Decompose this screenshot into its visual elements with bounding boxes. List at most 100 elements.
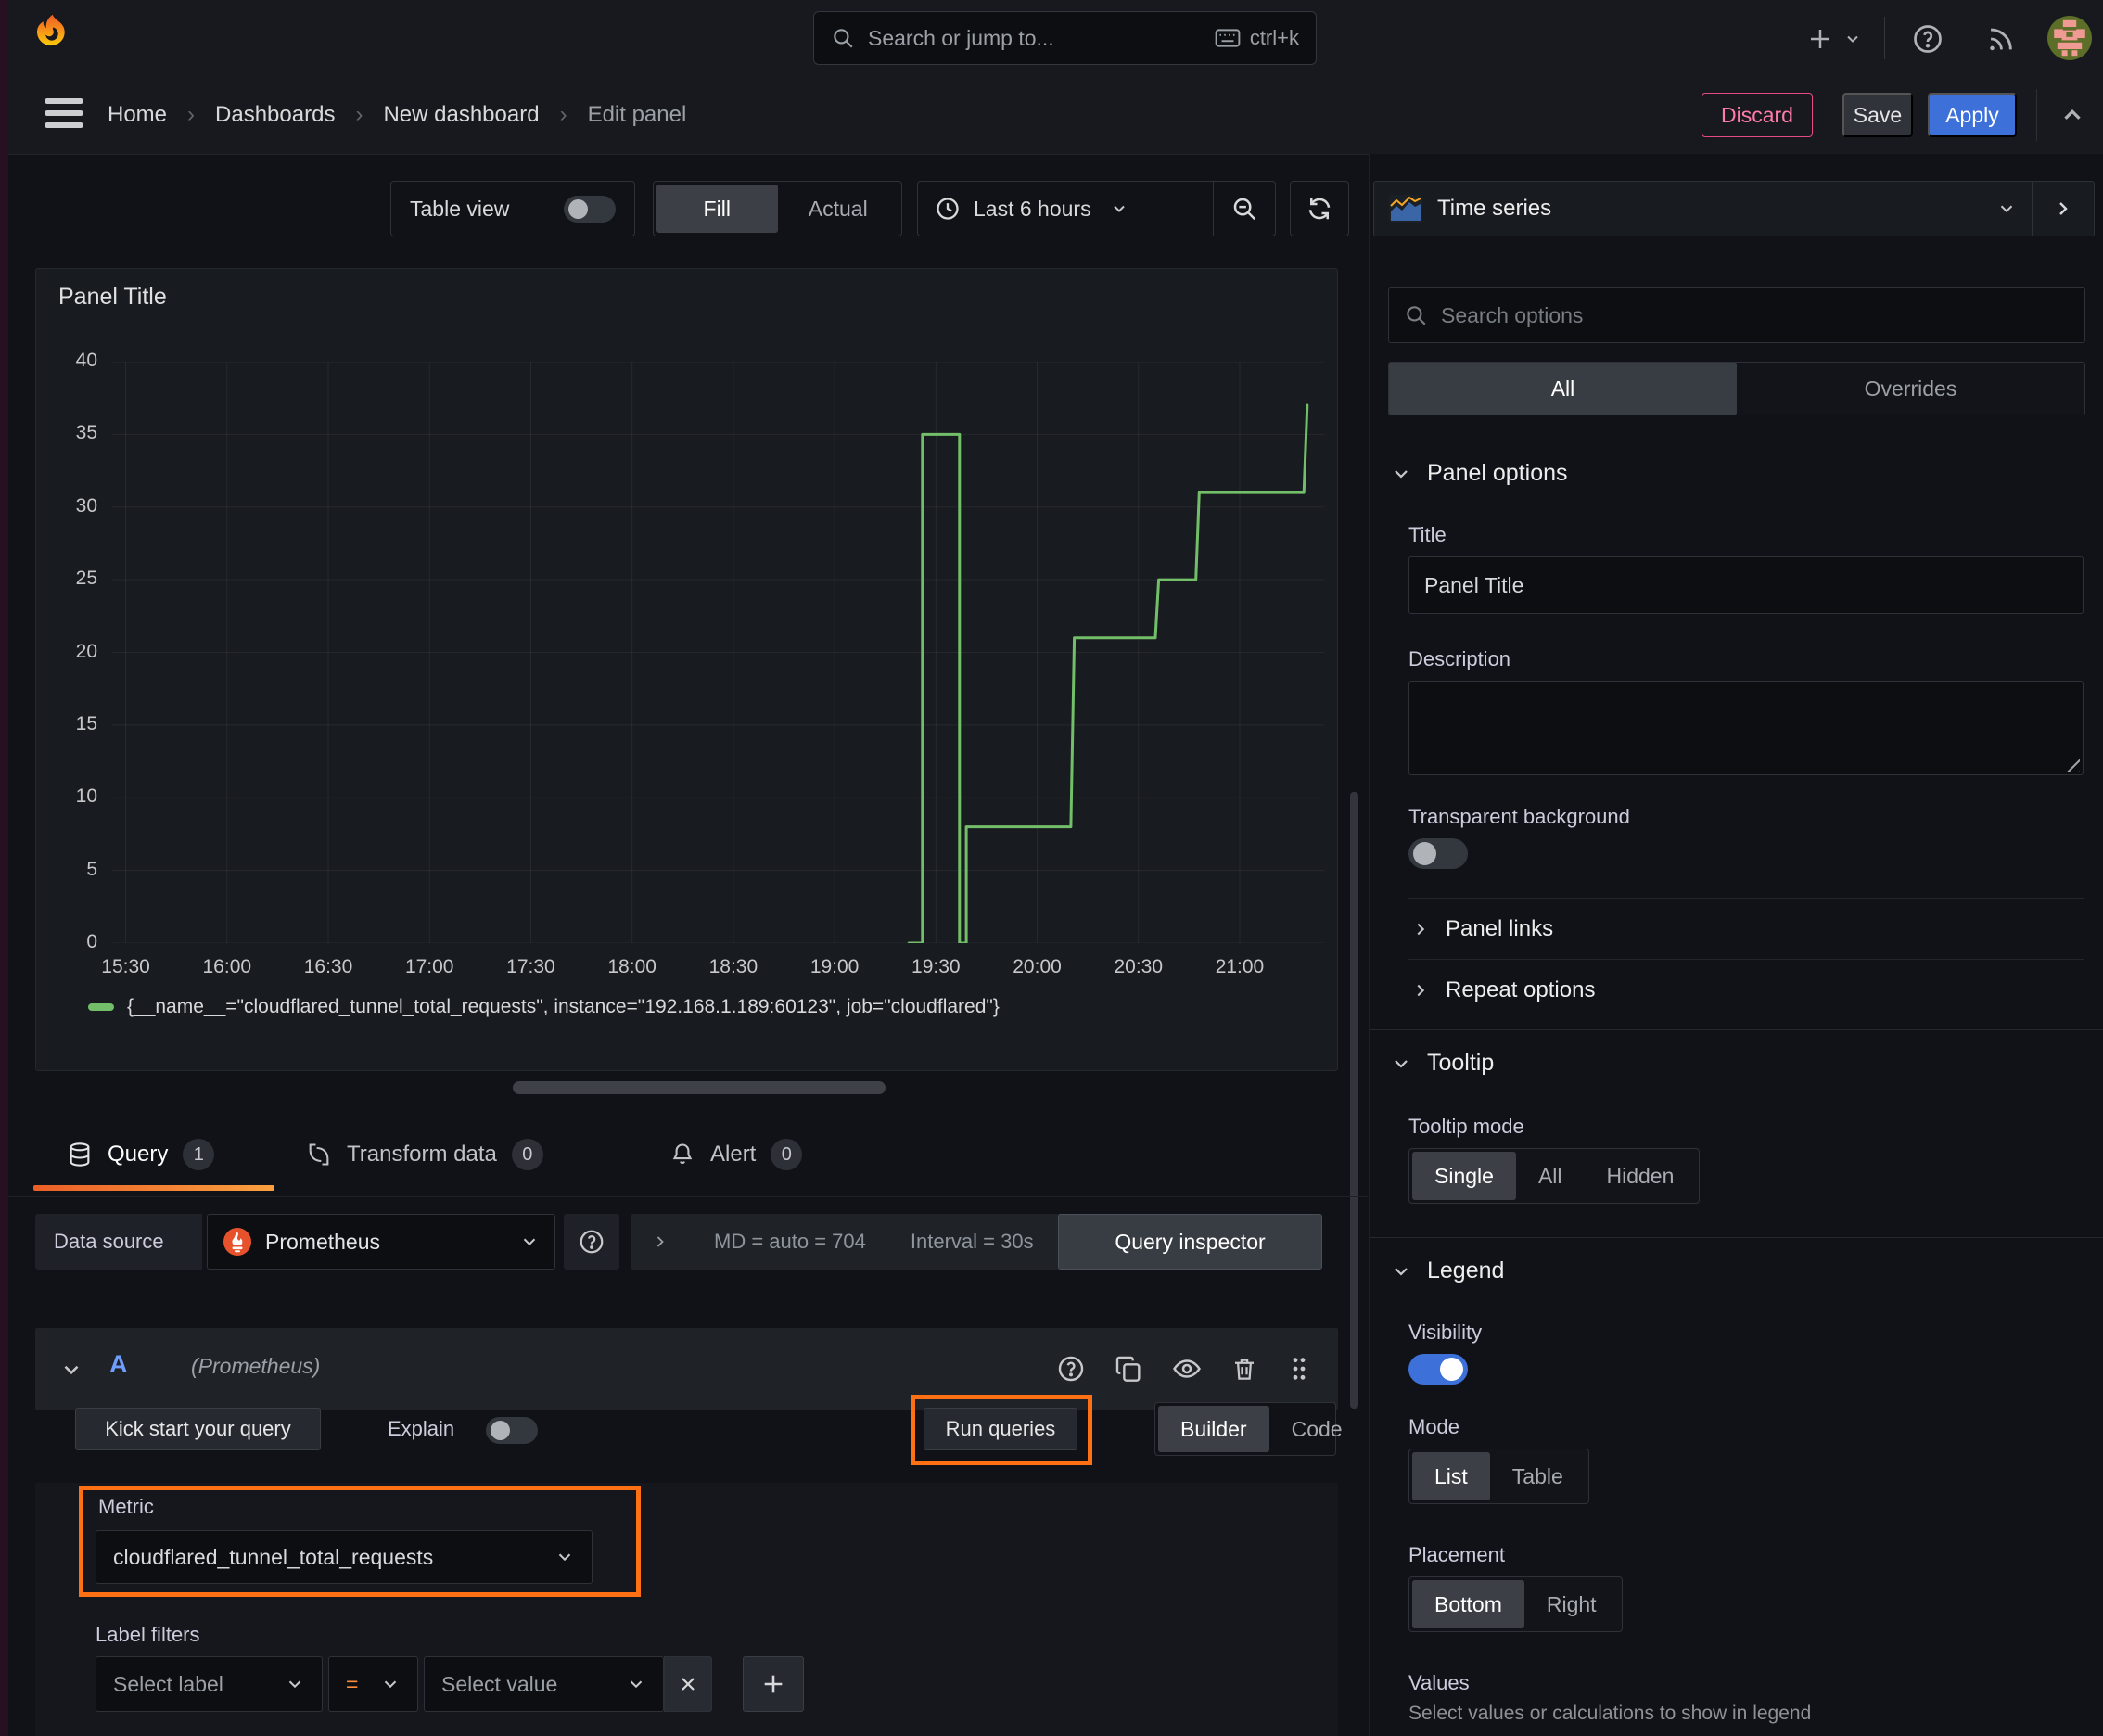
global-search-input[interactable]: Search or jump to... ctrl+k (813, 11, 1317, 65)
chart-legend-item[interactable]: {__name__="cloudflared_tunnel_total_requ… (88, 996, 1000, 1018)
repeat-options-heading: Repeat options (1446, 977, 1596, 1002)
x-axis-label: 19:00 (809, 956, 860, 977)
legend-series-label: {__name__="cloudflared_tunnel_total_requ… (127, 996, 1000, 1017)
time-range-picker[interactable]: Last 6 hours (918, 182, 1213, 236)
nav-divider (2036, 89, 2037, 141)
x-axis-label: 16:30 (303, 956, 353, 977)
run-queries-button[interactable]: Run queries (924, 1408, 1077, 1450)
visualization-picker: Time series (1373, 181, 2095, 236)
time-series-viz-icon (1389, 195, 1422, 223)
toggle-query-visibility-button[interactable] (1171, 1353, 1203, 1385)
grafana-logo-icon[interactable] (28, 11, 76, 63)
metric-select[interactable]: cloudflared_tunnel_total_requests (96, 1530, 593, 1584)
query-ref-id: A (109, 1350, 128, 1378)
datasource-help-button[interactable] (564, 1214, 619, 1270)
tab-query[interactable]: Query 1 (67, 1118, 215, 1191)
max-data-points-summary: MD = auto = 704 (714, 1230, 866, 1253)
tab-alert[interactable]: Alert 0 (669, 1118, 803, 1191)
duplicate-query-button[interactable] (1114, 1354, 1143, 1384)
save-button[interactable]: Save (1842, 93, 1913, 137)
legend-section-header[interactable]: Legend (1390, 1257, 1504, 1284)
tab-transform-data[interactable]: Transform data 0 (306, 1118, 543, 1191)
builder-code-switch: Builder Code (1154, 1402, 1343, 1456)
breadcrumb-home[interactable]: Home (108, 102, 167, 128)
collapse-header-button[interactable] (2051, 96, 2094, 134)
panel-description-textarea[interactable] (1408, 681, 2084, 775)
tab-all[interactable]: All (1389, 363, 1737, 415)
add-new-button[interactable] (1797, 19, 1871, 59)
apply-button[interactable]: Apply (1928, 93, 2017, 137)
query-inspector-button[interactable]: Query inspector (1058, 1214, 1322, 1270)
clock-icon (937, 198, 959, 220)
scrollbar-thumb[interactable] (1350, 792, 1358, 1409)
pane-resize-handle[interactable] (513, 1081, 886, 1094)
toggle-viz-suggestions-button[interactable] (2032, 182, 2094, 236)
panel-title-input[interactable] (1408, 556, 2084, 614)
discard-button[interactable]: Discard (1702, 93, 1813, 137)
add-filter-button[interactable] (743, 1656, 804, 1712)
copy-icon (1115, 1356, 1141, 1382)
y-axis-label: 35 (75, 422, 97, 444)
refresh-icon (1308, 198, 1331, 220)
delete-query-button[interactable] (1230, 1354, 1258, 1384)
legend-mode-table[interactable]: Table (1490, 1452, 1586, 1500)
select-label-placeholder: Select label (113, 1671, 223, 1696)
user-avatar[interactable] (2047, 16, 2092, 60)
tooltip-mode-single[interactable]: Single (1412, 1152, 1516, 1200)
x-axis-label: 17:00 (404, 956, 454, 977)
select-label-dropdown[interactable]: Select label (96, 1656, 323, 1712)
operator-dropdown[interactable]: = (328, 1656, 418, 1712)
interval-summary: Interval = 30s (910, 1230, 1034, 1253)
breadcrumb-separator: › (559, 101, 567, 127)
table-view-switch[interactable] (564, 195, 616, 223)
chevron-right-icon (656, 1236, 664, 1247)
code-option[interactable]: Code (1269, 1406, 1365, 1452)
tooltip-mode-hidden[interactable]: Hidden (1585, 1152, 1697, 1200)
time-series-plot[interactable] (112, 362, 1324, 943)
refresh-button[interactable] (1290, 181, 1349, 236)
select-value-dropdown[interactable]: Select value (424, 1656, 664, 1712)
panel-title: Panel Title (58, 284, 167, 310)
visualization-select[interactable]: Time series (1374, 182, 2032, 236)
metric-value: cloudflared_tunnel_total_requests (113, 1544, 434, 1569)
panel-links-section-header[interactable]: Panel links (1410, 916, 1553, 942)
legend-values-label: Values (1408, 1671, 1470, 1694)
legend-placement-right[interactable]: Right (1524, 1580, 1619, 1628)
query-help-button[interactable] (1056, 1354, 1086, 1384)
tab-overrides[interactable]: Overrides (1737, 363, 2084, 415)
plus-icon (1811, 30, 1829, 48)
options-search-input[interactable]: Search options (1388, 287, 2085, 343)
builder-option[interactable]: Builder (1158, 1406, 1269, 1452)
repeat-options-section-header[interactable]: Repeat options (1410, 977, 1595, 1003)
legend-visibility-switch[interactable] (1408, 1354, 1468, 1385)
panel-options-section-header[interactable]: Panel options (1390, 460, 1568, 487)
kick-start-query-button[interactable]: Kick start your query (75, 1408, 321, 1450)
collapse-query-button[interactable] (56, 1354, 87, 1385)
query-row-header[interactable]: A (Prometheus) (35, 1328, 1338, 1410)
menu-toggle-button[interactable] (43, 95, 85, 132)
chevron-down-icon (64, 1365, 79, 1375)
datasource-picker[interactable]: Prometheus (207, 1214, 555, 1270)
explain-switch[interactable] (486, 1417, 538, 1444)
legend-placement-bottom[interactable]: Bottom (1412, 1580, 1524, 1628)
transparent-background-switch[interactable] (1408, 838, 1468, 869)
chevron-down-icon (1847, 35, 1858, 43)
y-axis-label: 10 (75, 785, 97, 808)
help-button[interactable] (1906, 19, 1949, 59)
actual-option[interactable]: Actual (778, 185, 899, 233)
y-axis-label: 40 (75, 350, 97, 371)
tooltip-section-header[interactable]: Tooltip (1390, 1050, 1494, 1077)
tooltip-mode-all[interactable]: All (1516, 1152, 1585, 1200)
news-rss-button[interactable] (1979, 19, 2021, 59)
table-view-toggle[interactable]: Table view (390, 181, 635, 236)
drag-query-handle[interactable] (1286, 1354, 1312, 1384)
tab-alert-count: 0 (771, 1139, 803, 1170)
fill-option[interactable]: Fill (656, 185, 778, 233)
grafana-edit-panel-page: { "topbar": { "search_placeholder": "Sea… (0, 0, 2103, 1736)
remove-filter-button[interactable] (664, 1656, 712, 1712)
legend-mode-list[interactable]: List (1412, 1452, 1490, 1500)
breadcrumb-new-dashboard[interactable]: New dashboard (383, 102, 539, 128)
breadcrumb-dashboards[interactable]: Dashboards (215, 102, 335, 128)
zoom-out-time-button[interactable] (1213, 182, 1275, 236)
datasource-label: Data source (35, 1214, 202, 1270)
